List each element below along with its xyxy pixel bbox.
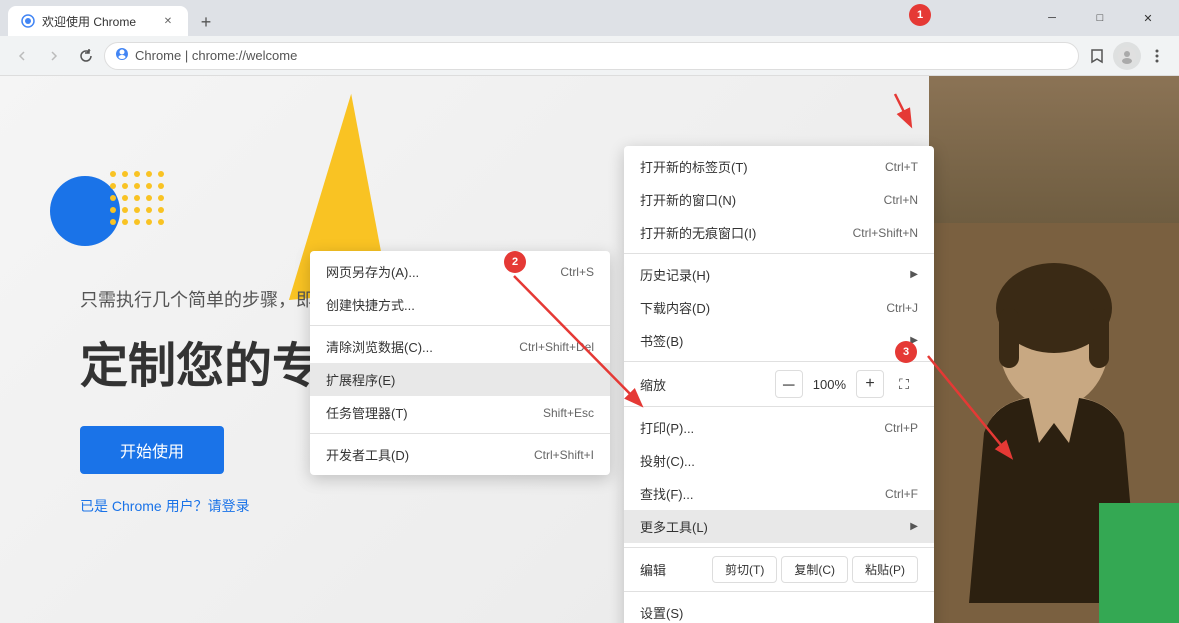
paste-button[interactable]: 粘贴(P): [852, 556, 918, 583]
annotation-circle-2: 2: [504, 251, 526, 273]
toolbar-right-buttons: [1083, 42, 1171, 70]
submenu-save-page[interactable]: 网页另存为(A)... Ctrl+S: [310, 255, 610, 288]
copy-button[interactable]: 复制(C): [781, 556, 848, 583]
zoom-out-button[interactable]: －: [775, 370, 803, 398]
menu-item-settings[interactable]: 设置(S): [624, 596, 934, 623]
tab-close-button[interactable]: ✕: [160, 13, 176, 29]
active-tab[interactable]: 欢迎使用 Chrome ✕: [8, 6, 188, 36]
bookmark-button[interactable]: [1083, 42, 1111, 70]
cut-button[interactable]: 剪切(T): [712, 556, 777, 583]
menu-item-print[interactable]: 打印(P)... Ctrl+P: [624, 411, 934, 444]
person-photo: [929, 76, 1179, 623]
edit-row: 编辑 剪切(T) 复制(C) 粘贴(P): [624, 552, 934, 587]
refresh-button[interactable]: [72, 42, 100, 70]
menu-separator-1: [624, 253, 934, 254]
deco-dot-grid: [110, 171, 166, 227]
close-button[interactable]: ✕: [1125, 3, 1171, 33]
menu-separator-3: [624, 406, 934, 407]
annotation-circle-3: 3: [895, 341, 917, 363]
minimize-button[interactable]: ─: [1029, 3, 1075, 33]
main-menu: 打开新的标签页(T) Ctrl+T 打开新的窗口(N) Ctrl+N 打开新的无…: [624, 146, 934, 623]
login-link[interactable]: 已是 Chrome 用户？请登录: [80, 496, 250, 516]
submenu-task-manager[interactable]: 任务管理器(T) Shift+Esc: [310, 396, 610, 429]
back-button[interactable]: [8, 42, 36, 70]
zoom-value-display: 100%: [805, 377, 854, 392]
menu-button[interactable]: [1143, 42, 1171, 70]
submenu-separator-1: [310, 325, 610, 326]
submenu-devtools[interactable]: 开发者工具(D) Ctrl+Shift+I: [310, 438, 610, 471]
address-bar[interactable]: Chrome | chrome://welcome: [104, 42, 1079, 70]
content-area: 只需执行几个简单的步骤，即可完成浏览 定制您的专属 Ch 开始使用 已是 Chr…: [0, 76, 1179, 623]
menu-item-bookmarks[interactable]: 书签(B) ▶: [624, 324, 934, 357]
menu-item-history[interactable]: 历史记录(H) ▶: [624, 258, 934, 291]
annotation-circle-1: 1: [909, 4, 931, 26]
menu-separator-4: [624, 547, 934, 548]
window-controls: ─ □ ✕: [1029, 3, 1171, 33]
menu-item-downloads[interactable]: 下载内容(D) Ctrl+J: [624, 291, 934, 324]
zoom-controls-row: 缩放 － 100% + ⛶: [624, 366, 934, 402]
menu-item-incognito[interactable]: 打开新的无痕窗口(I) Ctrl+Shift+N: [624, 216, 934, 249]
edit-buttons: 剪切(T) 复制(C) 粘贴(P): [712, 556, 918, 583]
start-button[interactable]: 开始使用: [80, 426, 224, 474]
site-info-icon: [115, 47, 129, 64]
forward-button[interactable]: [40, 42, 68, 70]
submenu-create-shortcut[interactable]: 创建快捷方式...: [310, 288, 610, 321]
browser-frame: 欢迎使用 Chrome ✕ + 1 ─ □ ✕: [0, 0, 1179, 623]
menu-item-cast[interactable]: 投射(C)...: [624, 444, 934, 477]
new-tab-button[interactable]: +: [192, 8, 220, 36]
menu-item-new-tab[interactable]: 打开新的标签页(T) Ctrl+T: [624, 150, 934, 183]
profile-button[interactable]: [1113, 42, 1141, 70]
menu-item-more-tools[interactable]: 更多工具(L) ▶: [624, 510, 934, 543]
more-tools-submenu: 网页另存为(A)... Ctrl+S 创建快捷方式... 清除浏览数据(C)..…: [310, 251, 610, 475]
title-bar: 欢迎使用 Chrome ✕ + 1 ─ □ ✕: [0, 0, 1179, 36]
welcome-page: 只需执行几个简单的步骤，即可完成浏览 定制您的专属 Ch 开始使用 已是 Chr…: [0, 76, 1179, 623]
menu-separator-2: [624, 361, 934, 362]
menu-item-new-window[interactable]: 打开新的窗口(N) Ctrl+N: [624, 183, 934, 216]
menu-separator-5: [624, 591, 934, 592]
submenu-separator-2: [310, 433, 610, 434]
fullscreen-button[interactable]: ⛶: [890, 370, 918, 398]
tab-favicon: [20, 13, 36, 29]
submenu-clear-browsing-data[interactable]: 清除浏览数据(C)... Ctrl+Shift+Del: [310, 330, 610, 363]
submenu-extensions[interactable]: 扩展程序(E): [310, 363, 610, 396]
green-flag: [1099, 503, 1179, 623]
menu-item-find[interactable]: 查找(F)... Ctrl+F: [624, 477, 934, 510]
tab-strip: 欢迎使用 Chrome ✕ +: [8, 0, 220, 36]
maximize-button[interactable]: □: [1077, 3, 1123, 33]
tab-title: 欢迎使用 Chrome: [42, 13, 156, 30]
zoom-controls: － 100% + ⛶: [775, 370, 918, 398]
address-text: Chrome | chrome://welcome: [135, 48, 1068, 63]
toolbar: Chrome | chrome://welcome: [0, 36, 1179, 76]
site-name: Chrome | chrome://welcome: [135, 48, 297, 63]
zoom-in-button[interactable]: +: [856, 370, 884, 398]
